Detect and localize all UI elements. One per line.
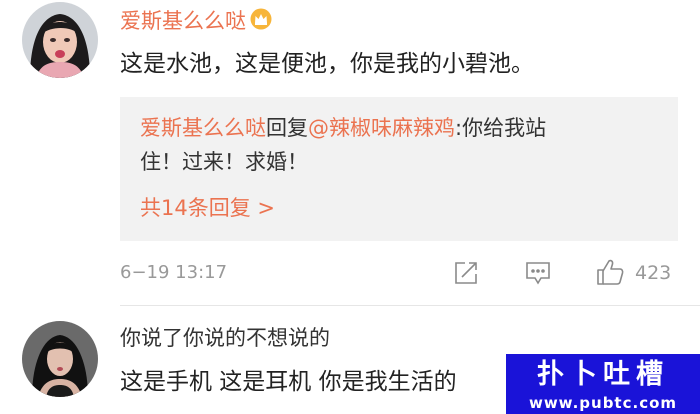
reply-line-2: 住！过来！求婚！ [140,150,308,174]
comment-time: 6−19 13:17 [120,262,228,283]
watermark-url: www.pubtc.com [528,394,678,412]
reply-count-link[interactable]: 共14条回复 > [140,196,275,220]
reply-content: :你给我站 [455,116,547,140]
share-icon[interactable] [453,260,479,286]
avatar[interactable] [22,321,98,397]
crown-icon [250,8,272,30]
reply-line-1: 爱斯基么么哒回复@辣椒味麻辣鸡:你给我站 [140,115,546,141]
avatar[interactable] [22,2,98,78]
username[interactable]: 爱斯基么么哒 [120,8,272,33]
comment-text: 这是水池，这是便池，你是我的小碧池。 [120,51,534,77]
comment-icon[interactable] [524,260,552,286]
watermark: 扑卜吐槽 www.pubtc.com [506,354,700,414]
username-text[interactable]: 爱斯基么么哒 [120,9,246,33]
like-icon[interactable] [595,257,625,287]
reply-action: 回复 [266,116,308,140]
reply-box[interactable]: 爱斯基么么哒回复@辣椒味麻辣鸡:你给我站 住！过来！求婚！ 共14条回复 > [120,97,678,241]
comment-text-line-2: 这是手机 这是耳机 你是我生活的 [120,369,457,395]
reply-mention[interactable]: @辣椒味麻辣鸡 [308,116,455,140]
divider [120,305,700,306]
reply-author[interactable]: 爱斯基么么哒 [140,116,266,140]
comment-text-line-1: 你说了你说的不想说的 [120,326,330,350]
watermark-title: 扑卜吐槽 [537,359,669,390]
like-count: 423 [635,262,672,284]
